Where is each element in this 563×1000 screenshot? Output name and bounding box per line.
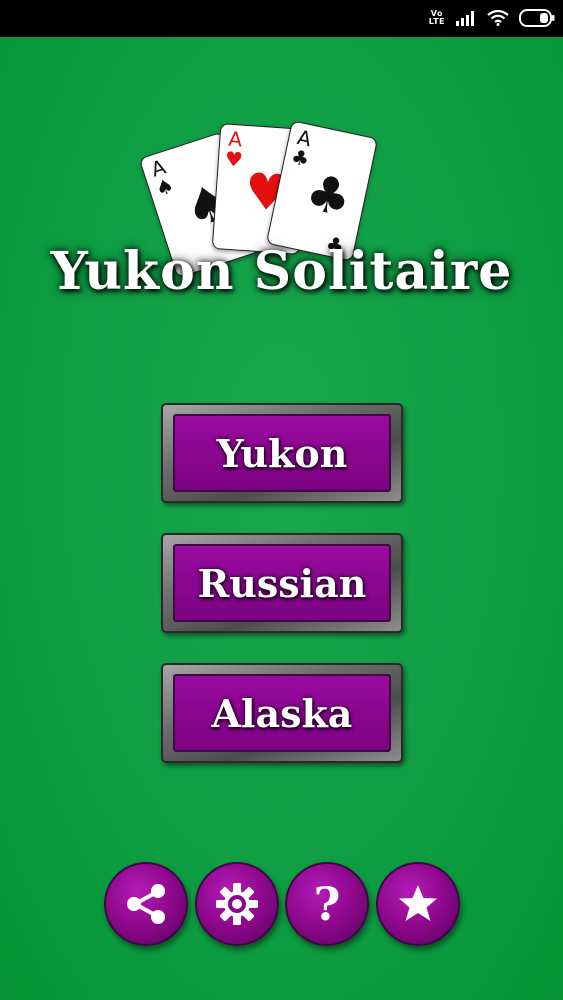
spade-icon: ♠ <box>152 172 177 202</box>
volte-icon: Vo LTE <box>428 9 445 26</box>
signal-icon <box>456 11 474 26</box>
status-icons: Vo LTE <box>429 7 555 29</box>
russian-button-label: Russian <box>197 560 367 606</box>
main-menu-screen: Vo LTE A ♠ ♠ A ♥ ♥ A ♣ ♣ ♣ Yukon Solitai… <box>0 0 563 1000</box>
battery-icon <box>519 9 555 27</box>
russian-button-face[interactable]: Russian <box>173 544 391 622</box>
club-icon: ♣ <box>300 162 357 229</box>
share-button[interactable] <box>104 862 188 946</box>
share-icon <box>127 884 165 924</box>
help-button[interactable]: ? <box>285 862 369 946</box>
app-title: Yukon Solitaire <box>50 241 513 302</box>
russian-button[interactable]: Russian <box>161 533 403 633</box>
help-icon: ? <box>313 877 341 931</box>
settings-button[interactable] <box>195 862 279 946</box>
rate-button[interactable] <box>376 862 460 946</box>
heart-icon: ♥ <box>224 146 244 172</box>
club-icon: ♣ <box>289 144 312 172</box>
wifi-icon <box>487 10 509 26</box>
gear-icon <box>216 883 258 925</box>
yukon-button[interactable]: Yukon <box>161 403 403 503</box>
yukon-button-face[interactable]: Yukon <box>173 414 391 492</box>
yukon-button-label: Yukon <box>216 430 348 476</box>
alaska-button-face[interactable]: Alaska <box>173 674 391 752</box>
status-bar: Vo LTE <box>0 0 563 37</box>
star-icon <box>399 885 437 921</box>
alaska-button-label: Alaska <box>211 690 353 736</box>
alaska-button[interactable]: Alaska <box>161 663 403 763</box>
